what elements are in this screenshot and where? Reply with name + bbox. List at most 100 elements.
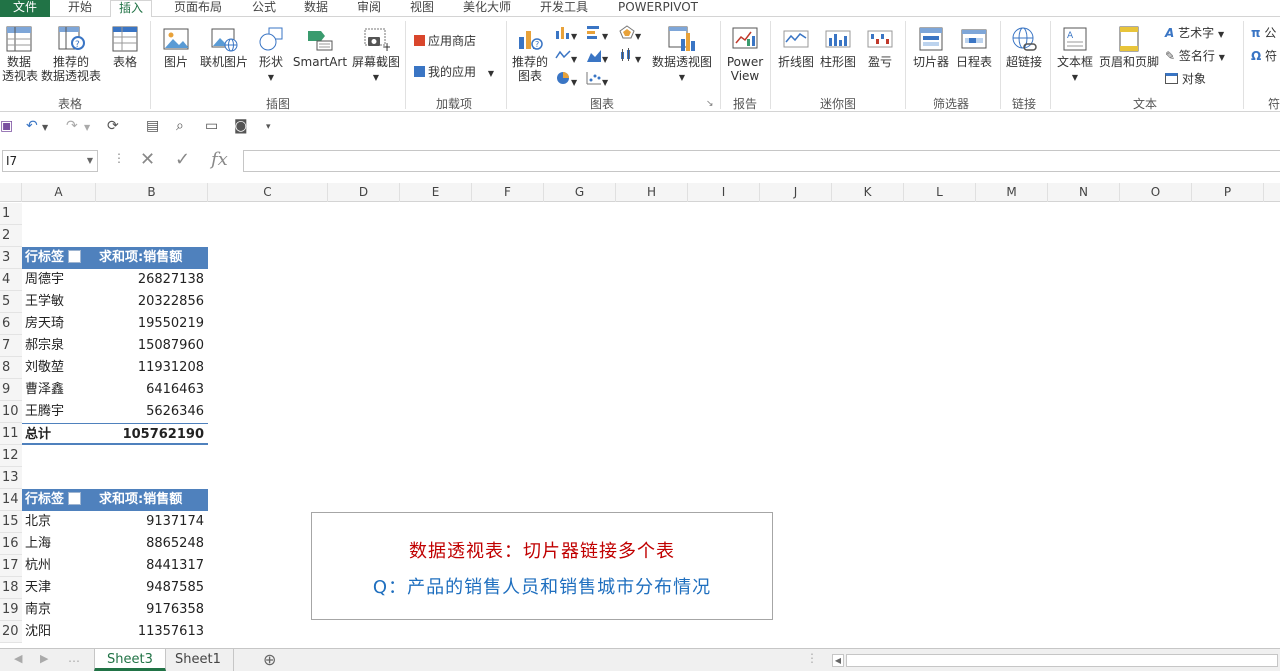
pivot-row-label[interactable]: 杭州 <box>22 555 96 577</box>
column-header-k[interactable]: K <box>832 183 904 202</box>
active-cell-i7[interactable] <box>688 335 760 357</box>
pivot-row-value[interactable]: 6416463 <box>96 379 208 401</box>
menu-file[interactable]: 文件 <box>0 0 50 17</box>
shapes-button[interactable]: 形状 ▼ <box>254 25 288 85</box>
menu-view[interactable]: 视图 <box>410 0 434 17</box>
chevron-down-icon[interactable]: ▼ <box>84 123 90 132</box>
pivot-header-label[interactable]: 行标签 <box>22 489 96 511</box>
menu-beautify[interactable]: 美化大师 <box>463 0 511 17</box>
row-header-6[interactable]: 6 <box>0 313 22 335</box>
pivot-row-value[interactable]: 15087960 <box>96 335 208 357</box>
row-header-18[interactable]: 18 <box>0 577 22 599</box>
pivot-row-value[interactable]: 9176358 <box>96 599 208 621</box>
pivot-row-value[interactable]: 26827138 <box>96 269 208 291</box>
row-header-3[interactable]: 3 <box>0 247 22 269</box>
table-button[interactable]: 表格 <box>108 25 142 69</box>
pivot-row-label[interactable]: 王腾宇 <box>22 401 96 423</box>
scroll-left-icon[interactable]: ◀ <box>832 654 844 667</box>
sparkline-winloss-button[interactable]: 盈亏 <box>862 25 898 69</box>
recommended-charts-button[interactable]: ? 推荐的 图表 <box>510 25 550 83</box>
window-icon[interactable]: ▭ <box>205 118 218 134</box>
pivot-row-value[interactable]: 5626346 <box>96 401 208 423</box>
pivot-row-label[interactable]: 上海 <box>22 533 96 555</box>
sheet-tab-sheet1[interactable]: Sheet1 <box>163 649 234 671</box>
pivot-row-value[interactable]: 19550219 <box>96 313 208 335</box>
horizontal-scrollbar[interactable] <box>846 654 1278 667</box>
row-header-1[interactable]: 1 <box>0 203 22 225</box>
column-header-d[interactable]: D <box>328 183 400 202</box>
row-header-10[interactable]: 10 <box>0 401 22 423</box>
new-sheet-icon[interactable]: ⊕ <box>263 650 276 669</box>
select-all-corner[interactable] <box>0 183 22 202</box>
row-header-12[interactable]: 12 <box>0 445 22 467</box>
my-apps-button[interactable]: 我的应用 ▼ <box>414 65 494 81</box>
slicer-button[interactable]: 切片器 <box>910 25 952 69</box>
menu-insert[interactable]: 插入 <box>110 0 153 18</box>
row-header-15[interactable]: 15 <box>0 511 22 533</box>
pivot-row-label[interactable]: 郝宗泉 <box>22 335 96 357</box>
column-chart-dropdown[interactable]: ▼ <box>555 25 577 44</box>
redo-icon[interactable]: ↷ <box>66 118 78 134</box>
wordart-button[interactable]: A 艺术字 ▼ <box>1165 26 1224 42</box>
column-header-c[interactable]: C <box>208 183 328 202</box>
row-header-19[interactable]: 19 <box>0 599 22 621</box>
symbol-button[interactable]: Ω 符 <box>1251 49 1277 63</box>
area-chart-dropdown[interactable]: ▼ <box>586 48 608 67</box>
header-footer-button[interactable]: 页眉和页脚 <box>1098 25 1160 69</box>
tab-prev-icon[interactable]: ◀ <box>14 652 22 665</box>
menu-formulas[interactable]: 公式 <box>252 0 276 17</box>
screenshot-button[interactable]: + 屏幕截图 ▼ <box>350 25 402 85</box>
object-button[interactable]: 对象 <box>1165 72 1206 86</box>
column-header-l[interactable]: L <box>904 183 976 202</box>
pivot-row-label[interactable]: 房天琦 <box>22 313 96 335</box>
pivot-row-value[interactable]: 9137174 <box>96 511 208 533</box>
row-header-14[interactable]: 14 <box>0 489 22 511</box>
cancel-icon[interactable]: ✕ <box>140 149 155 170</box>
pivot-header-value[interactable]: 求和项:销售额 <box>96 489 208 511</box>
pie-chart-dropdown[interactable]: ▼ <box>555 71 577 90</box>
row-header-20[interactable]: 20 <box>0 621 22 643</box>
pivot-row-value[interactable]: 11931208 <box>96 357 208 379</box>
pivot-row-value[interactable]: 11357613 <box>96 621 208 643</box>
pivot-row-value[interactable]: 9487585 <box>96 577 208 599</box>
pivot-row-value[interactable]: 20322856 <box>96 291 208 313</box>
row-header-5[interactable]: 5 <box>0 291 22 313</box>
pivot-row-label[interactable]: 刘敬堃 <box>22 357 96 379</box>
smartart-button[interactable]: SmartArt <box>292 25 348 69</box>
menu-review[interactable]: 审阅 <box>357 0 381 17</box>
combo-chart-dropdown[interactable]: ▼ <box>619 25 641 44</box>
undo-icon[interactable]: ↶ <box>26 118 38 134</box>
textbox-button[interactable]: A 文本框 ▼ <box>1054 25 1096 85</box>
pivot-total-value[interactable]: 105762190 <box>96 423 208 445</box>
charts-dialog-launcher-icon[interactable]: ↘ <box>706 97 714 111</box>
pivot-header-label[interactable]: 行标签 <box>22 247 96 269</box>
menu-data[interactable]: 数据 <box>304 0 328 17</box>
row-header-9[interactable]: 9 <box>0 379 22 401</box>
print-preview-icon[interactable]: ⌕ <box>176 118 184 134</box>
row-header-17[interactable]: 17 <box>0 555 22 577</box>
row-header-13[interactable]: 13 <box>0 467 22 489</box>
pivot-row-label[interactable]: 沈阳 <box>22 621 96 643</box>
pivot-row-label[interactable]: 南京 <box>22 599 96 621</box>
insert-function-button[interactable]: fx <box>211 149 228 170</box>
enter-icon[interactable]: ✓ <box>175 149 190 170</box>
signature-line-button[interactable]: ✎ 签名行 ▼ <box>1165 49 1225 65</box>
pivot-total-label[interactable]: 总计 <box>22 423 96 445</box>
chevron-down-icon[interactable]: ▼ <box>87 151 93 171</box>
column-header-i[interactable]: I <box>688 183 760 202</box>
column-header-h[interactable]: H <box>616 183 688 202</box>
menu-powerpivot[interactable]: POWERPIVOT <box>618 0 698 17</box>
camera-icon[interactable]: ◙ <box>234 118 248 134</box>
sparkline-line-button[interactable]: 折线图 <box>776 25 816 69</box>
column-header-b[interactable]: B <box>96 183 208 202</box>
refresh-icon[interactable]: ⟳ <box>107 118 119 134</box>
column-header-a[interactable]: A <box>22 183 96 202</box>
column-header-p[interactable]: P <box>1192 183 1264 202</box>
power-view-button[interactable]: Power View <box>726 25 764 83</box>
column-header-g[interactable]: G <box>544 183 616 202</box>
scatter-chart-dropdown[interactable]: ▼ <box>586 71 608 90</box>
filter-dropdown-icon[interactable] <box>68 492 82 505</box>
pivot-table-button[interactable]: 数据 透视表 <box>2 25 38 83</box>
pivot-row-label[interactable]: 周德宇 <box>22 269 96 291</box>
more-sheets-icon[interactable]: … <box>68 651 80 665</box>
